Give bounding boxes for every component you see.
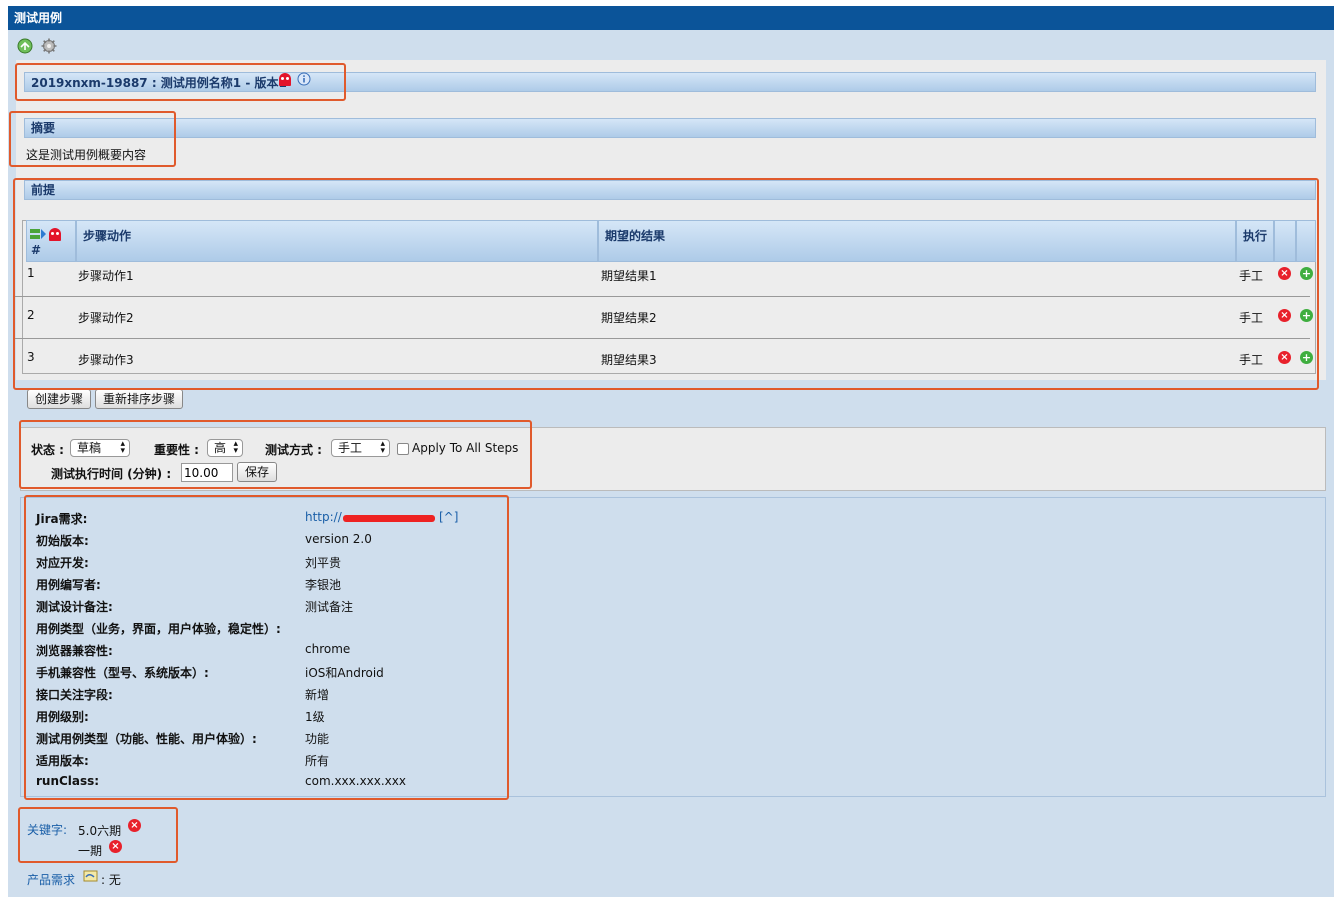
requirements-label: 产品需求 (27, 873, 76, 887)
summary-header: 摘要 (24, 118, 1316, 138)
gear-icon[interactable] (41, 38, 57, 54)
export-icon[interactable] (17, 38, 33, 54)
requirements-link-icon[interactable] (83, 869, 99, 883)
highlight-box (18, 807, 178, 863)
reorder-steps-button[interactable]: 重新排序步骤 (95, 389, 183, 409)
highlight-box (9, 111, 176, 167)
create-step-button[interactable]: 创建步骤 (27, 389, 91, 409)
window-title: 测试用例 (8, 6, 1334, 30)
requirements-value: : 无 (101, 873, 121, 887)
highlight-box (13, 178, 1319, 390)
highlight-box (19, 420, 532, 489)
highlight-box (15, 63, 346, 101)
highlight-box (24, 495, 509, 800)
